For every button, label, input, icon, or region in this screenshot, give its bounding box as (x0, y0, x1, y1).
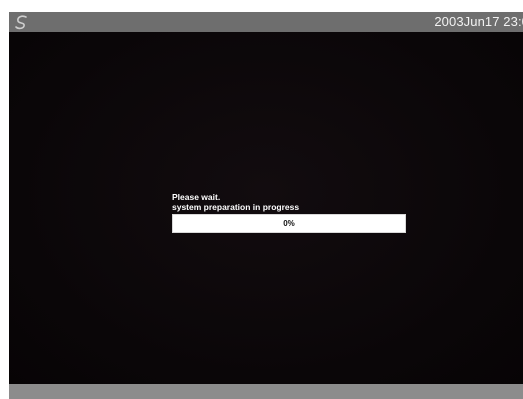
screen: 2003Jun17 23:0 Please wait. system prepa… (9, 12, 523, 384)
progress-bar: 0% (172, 214, 406, 233)
status-message: system preparation in progress (172, 202, 300, 212)
datetime-display: 2003Jun17 23:0 (434, 14, 523, 29)
main-area: Please wait. system preparation in progr… (9, 32, 523, 384)
bottom-bar (9, 384, 523, 399)
swirl-logo-icon (15, 15, 27, 30)
wait-message: Please wait. (172, 192, 221, 202)
preparation-dialog: Please wait. system preparation in progr… (172, 192, 412, 233)
progress-label: 0% (283, 219, 295, 228)
device-frame: 2003Jun17 23:0 Please wait. system prepa… (0, 0, 523, 399)
status-bar: 2003Jun17 23:0 (9, 12, 523, 32)
